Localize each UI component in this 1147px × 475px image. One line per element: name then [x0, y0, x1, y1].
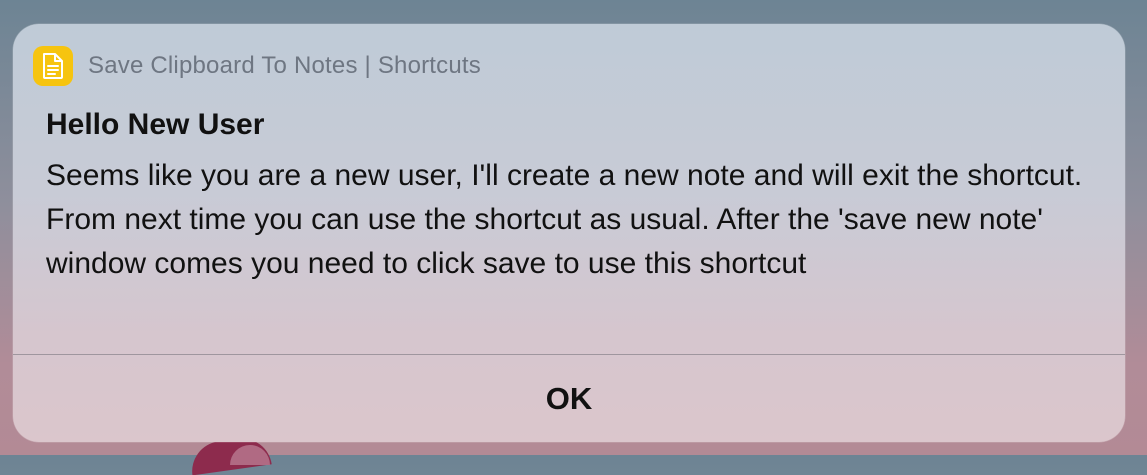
app-title: Save Clipboard To Notes | Shortcuts: [88, 52, 481, 79]
alert-dialog: Save Clipboard To Notes | Shortcuts Hell…: [13, 24, 1125, 442]
alert-title: Hello New User: [46, 108, 265, 141]
ok-button[interactable]: OK: [13, 355, 1125, 442]
notes-document-icon: [33, 46, 73, 86]
dialog-header: Save Clipboard To Notes | Shortcuts: [33, 46, 481, 86]
alert-message: Seems like you are a new user, I'll crea…: [46, 159, 1083, 280]
